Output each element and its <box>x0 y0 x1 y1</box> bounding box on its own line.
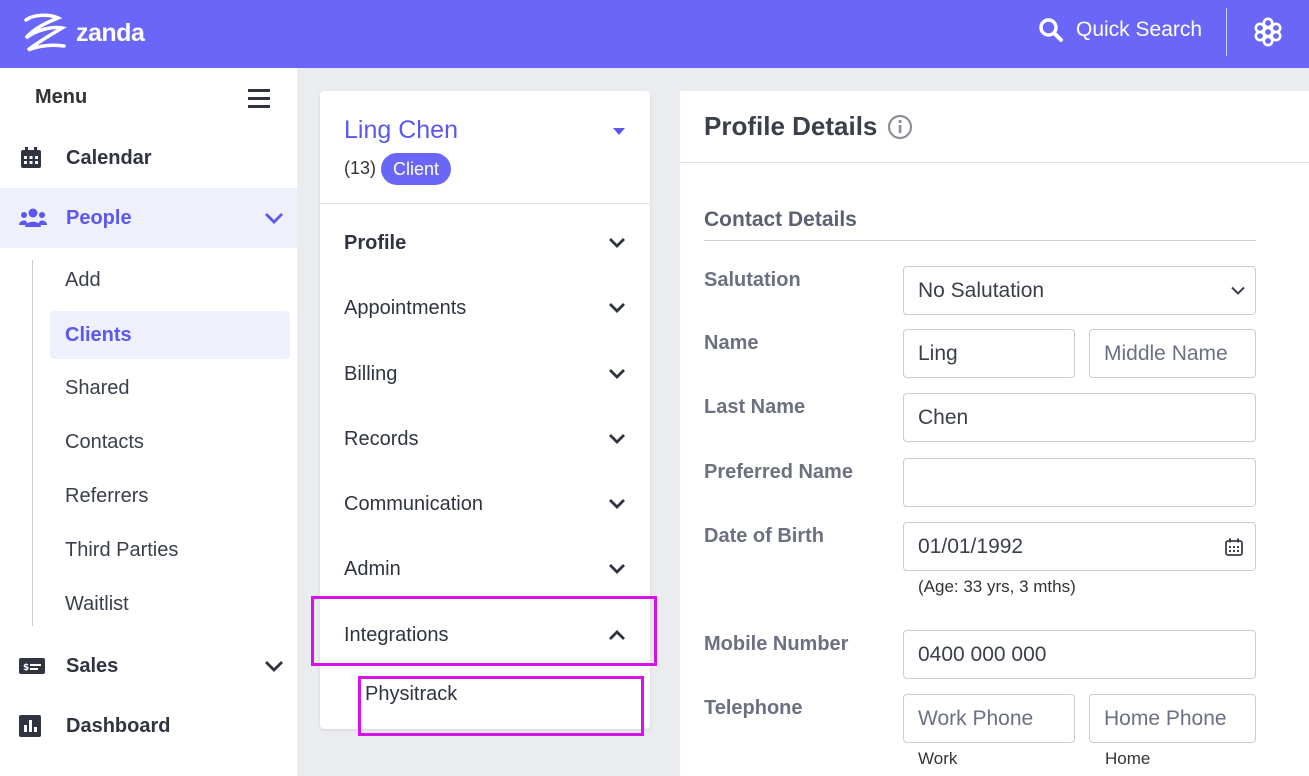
section-label: Appointments <box>344 296 467 319</box>
profile-panel: Profile Details Contact Details Salutati… <box>680 91 1309 776</box>
card-divider <box>320 203 650 204</box>
preferred-name-label: Preferred Name <box>704 461 853 483</box>
people-icon <box>19 208 47 227</box>
calendar-icon <box>21 147 41 168</box>
client-badge: Client <box>381 153 452 185</box>
sidebar-item-sales[interactable]: $ Sales <box>0 636 297 696</box>
caret-down-icon[interactable] <box>613 128 625 135</box>
panel-title-text: Profile Details <box>704 111 878 141</box>
dob-input[interactable]: 01/01/1992 <box>903 522 1256 571</box>
middle-name-placeholder: Middle Name <box>1104 341 1228 365</box>
dob-value: 01/01/1992 <box>918 534 1024 558</box>
quick-search-label: Quick Search <box>1076 18 1203 41</box>
home-hint: Home <box>1105 749 1151 768</box>
contact-details-title: Contact Details <box>704 208 857 231</box>
section-admin[interactable]: Admin <box>320 544 650 594</box>
sidebar-item-label: Dashboard <box>66 714 171 737</box>
section-label: Communication <box>344 492 483 515</box>
work-hint: Work <box>918 749 958 768</box>
mobile-label: Mobile Number <box>704 633 849 655</box>
home-phone-placeholder: Home Phone <box>1104 706 1227 730</box>
section-label: Profile <box>344 231 407 254</box>
dashboard-icon <box>19 715 41 737</box>
section-label: Records <box>344 427 419 450</box>
last-name-value: Chen <box>918 405 969 429</box>
topbar-divider <box>1226 8 1227 56</box>
sidebar-item-people[interactable]: People <box>0 188 297 248</box>
section-records[interactable]: Records <box>320 414 650 464</box>
apps-icon[interactable] <box>1252 16 1284 48</box>
calendar-icon[interactable] <box>1225 538 1243 556</box>
chevron-down-icon <box>609 369 625 379</box>
chevron-down-icon <box>265 661 283 672</box>
age-hint: (Age: 33 yrs, 3 mths) <box>918 577 1076 596</box>
sidebar-subitem-referrers[interactable]: Referrers <box>50 472 290 520</box>
chevron-down-icon <box>609 564 625 574</box>
zanda-logo[interactable]: zanda <box>20 10 145 56</box>
sidebar: Menu Calendar People Add Clients Shared … <box>0 68 297 776</box>
work-phone-placeholder: Work Phone <box>918 706 1034 730</box>
quick-search[interactable]: Quick Search <box>1038 17 1202 43</box>
panel-title: Profile Details <box>704 111 913 142</box>
sidebar-subitem-contacts[interactable]: Contacts <box>50 418 290 466</box>
work-phone-input[interactable]: Work Phone <box>903 694 1075 743</box>
search-icon <box>1039 18 1063 42</box>
sidebar-subitem-clients[interactable]: Clients <box>50 311 290 359</box>
section-profile[interactable]: Profile <box>320 218 650 268</box>
sidebar-item-dashboard[interactable]: Dashboard <box>0 696 297 756</box>
chevron-down-icon <box>609 499 625 509</box>
sidebar-item-label: Calendar <box>66 146 152 169</box>
last-name-input[interactable]: Chen <box>903 393 1256 442</box>
sidebar-subitem-waitlist[interactable]: Waitlist <box>50 580 290 628</box>
telephone-label: Telephone <box>704 697 803 719</box>
middle-name-input[interactable]: Middle Name <box>1089 329 1256 378</box>
hamburger-icon[interactable] <box>248 88 272 110</box>
chevron-down-icon <box>1231 286 1245 295</box>
dob-label: Date of Birth <box>704 525 824 547</box>
sidebar-item-label: People <box>66 206 132 229</box>
contact-divider <box>704 240 1256 241</box>
chevron-down-icon <box>609 238 625 248</box>
salutation-value: No Salutation <box>918 278 1045 302</box>
section-appointments[interactable]: Appointments <box>320 283 650 333</box>
top-bar: zanda Quick Search <box>0 0 1309 68</box>
panel-divider <box>680 162 1309 163</box>
sales-icon: $ <box>19 658 45 674</box>
info-icon[interactable] <box>887 114 913 140</box>
section-billing[interactable]: Billing <box>320 349 650 399</box>
first-name-value: Ling <box>918 341 958 365</box>
salutation-label: Salutation <box>704 269 801 291</box>
section-communication[interactable]: Communication <box>320 479 650 529</box>
preferred-name-input[interactable] <box>903 458 1256 507</box>
name-label: Name <box>704 332 759 354</box>
sidebar-item-calendar[interactable]: Calendar <box>0 128 297 188</box>
sidebar-subitem-add[interactable]: Add <box>50 256 290 304</box>
section-label: Admin <box>344 557 401 580</box>
salutation-select[interactable]: No Salutation <box>903 266 1256 315</box>
menu-label: Menu <box>35 86 88 108</box>
mobile-value: 0400 000 000 <box>918 642 1047 666</box>
first-name-input[interactable]: Ling <box>903 329 1075 378</box>
client-name[interactable]: Ling Chen <box>344 116 458 145</box>
people-subtree-line <box>32 260 33 626</box>
chevron-down-icon <box>609 303 625 313</box>
sidebar-item-label: Sales <box>66 654 119 677</box>
svg-text:$: $ <box>23 663 29 673</box>
client-id: (13) <box>344 158 377 178</box>
chevron-down-icon <box>265 213 283 224</box>
brand-name: zanda <box>76 18 145 47</box>
mobile-input[interactable]: 0400 000 000 <box>903 630 1256 679</box>
last-name-label: Last Name <box>704 396 806 418</box>
home-phone-input[interactable]: Home Phone <box>1089 694 1256 743</box>
physitrack-highlight <box>358 676 644 736</box>
integrations-highlight <box>311 596 657 666</box>
sidebar-subitem-third-parties[interactable]: Third Parties <box>50 526 290 574</box>
section-label: Billing <box>344 362 398 385</box>
sidebar-subitem-shared[interactable]: Shared <box>50 364 290 412</box>
zanda-logo-icon <box>24 13 67 52</box>
chevron-down-icon <box>609 434 625 444</box>
